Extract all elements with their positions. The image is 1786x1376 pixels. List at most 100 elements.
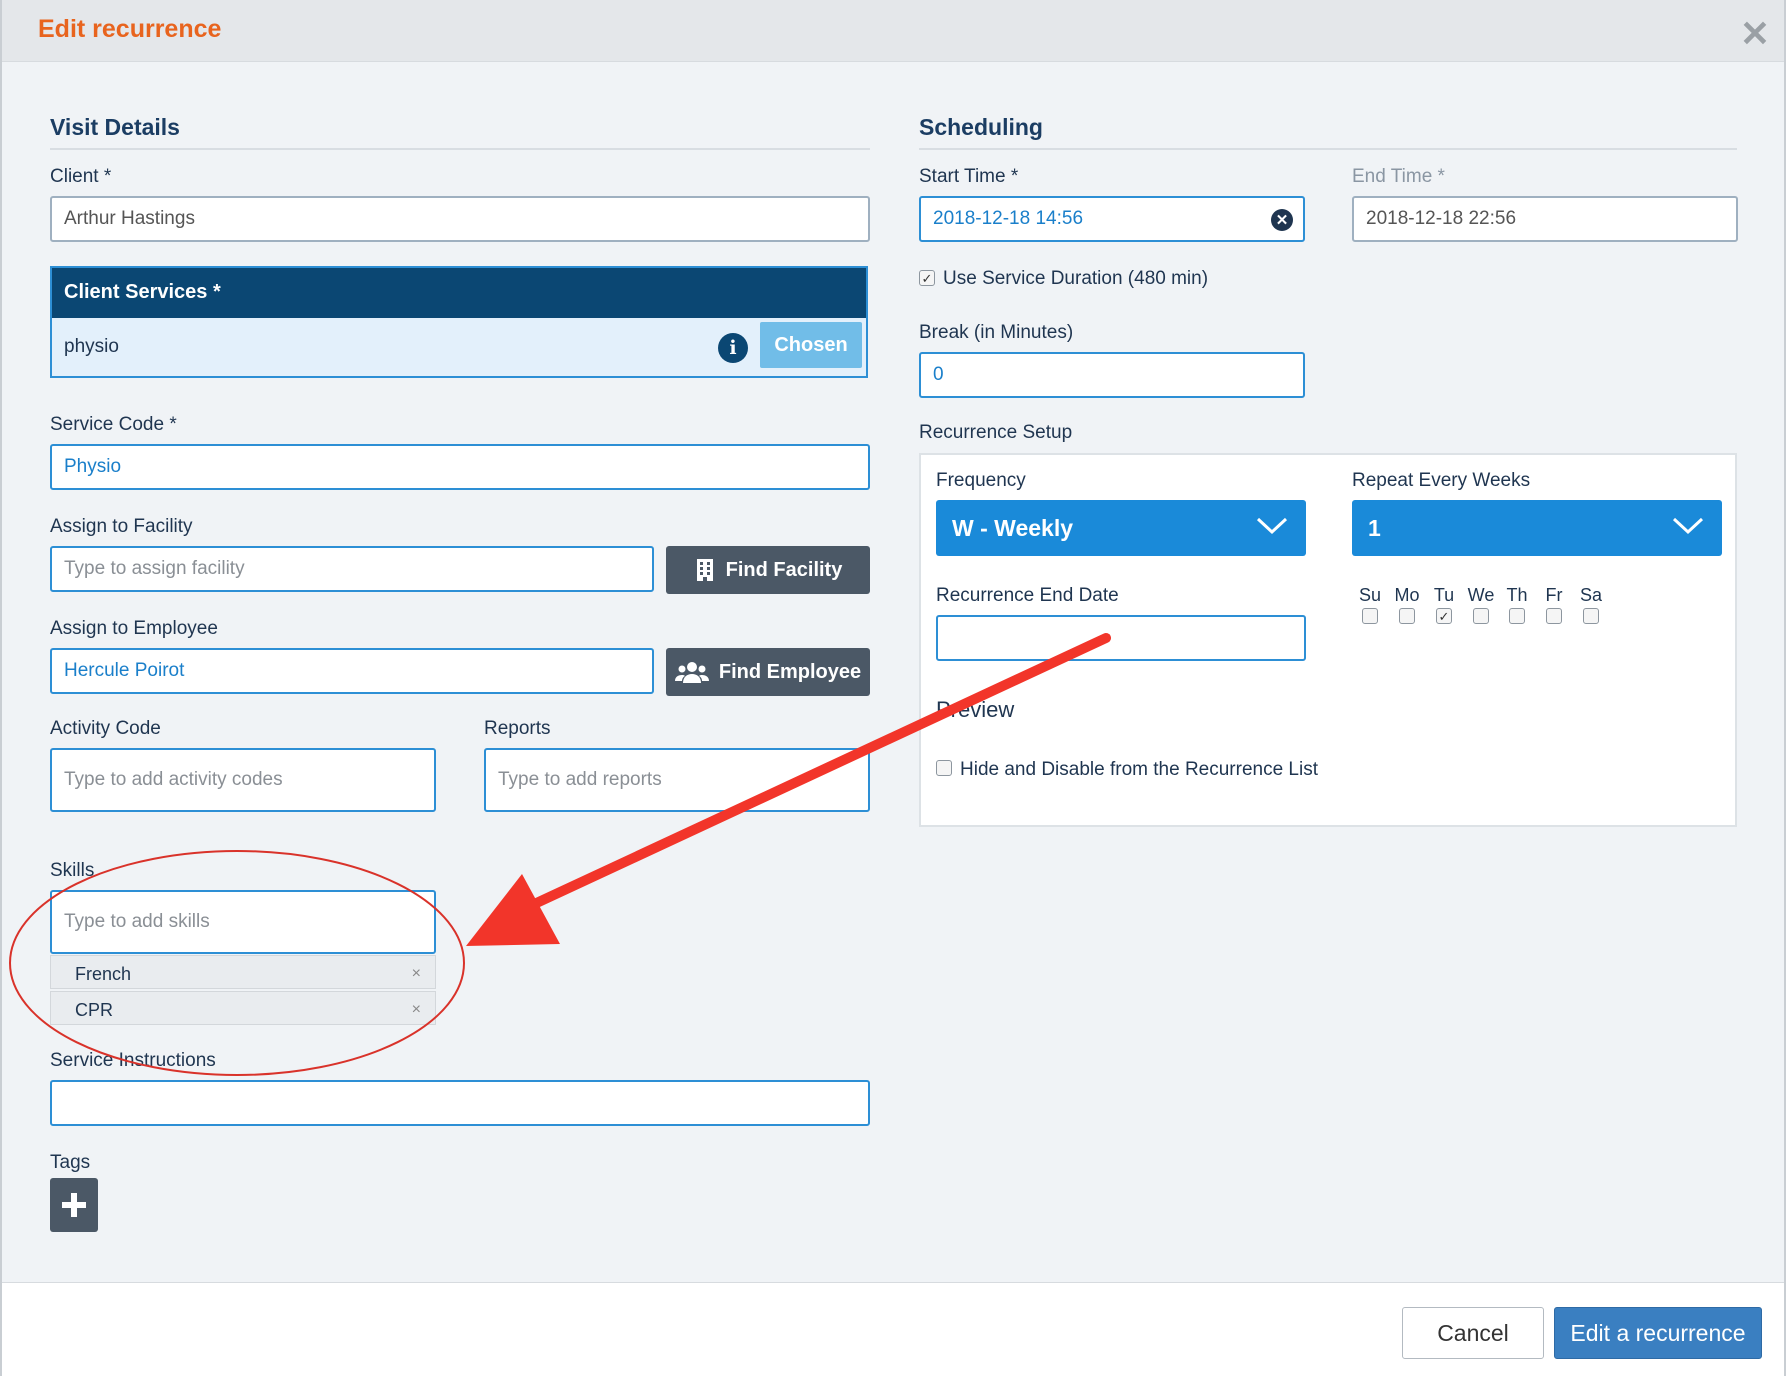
day-mo-checkbox[interactable] (1399, 608, 1415, 624)
day-label: Sa (1579, 585, 1603, 605)
service-instructions-label: Service Instructions (50, 1050, 216, 1071)
break-value: 0 (933, 364, 944, 385)
start-time-label: Start Time * (919, 166, 1019, 187)
service-code-value: Physio (64, 456, 122, 477)
activity-code-input[interactable]: Type to add activity codes (50, 748, 436, 812)
break-label: Break (in Minutes) (919, 322, 1074, 343)
clear-start-time-icon[interactable]: ✕ (1271, 209, 1293, 231)
preview-heading: Preview (936, 697, 1015, 722)
hide-disable-label: Hide and Disable from the Recurrence Lis… (960, 759, 1319, 780)
service-code-label: Service Code * (50, 414, 177, 435)
remove-skill-french-icon[interactable]: × (412, 965, 421, 983)
find-facility-button[interactable]: Find Facility (666, 546, 870, 594)
day-label: Tu (1433, 585, 1455, 605)
users-icon (674, 662, 709, 683)
frequency-value: W - Weekly (952, 514, 1073, 541)
chosen-button[interactable]: Chosen (760, 322, 862, 368)
recurrence-setup-panel: Frequency W - Weekly Repeat Every Weeks … (919, 453, 1737, 827)
day-fr: Fr (1539, 585, 1569, 624)
facility-input[interactable]: Type to assign facility (50, 546, 654, 592)
add-tag-button[interactable] (50, 1178, 98, 1232)
skills-placeholder: Type to add skills (64, 911, 210, 932)
close-icon[interactable]: ✕ (1740, 16, 1770, 52)
client-label: Client * (50, 166, 112, 187)
find-facility-label: Find Facility (725, 558, 843, 581)
day-label: Su (1358, 585, 1382, 605)
day-label: We (1467, 585, 1495, 605)
repeat-every-select[interactable]: 1 (1352, 500, 1722, 556)
client-service-name: physio (64, 336, 119, 357)
facility-placeholder: Type to assign facility (64, 558, 245, 579)
repeat-every-value: 1 (1368, 514, 1381, 541)
scheduling-divider (919, 148, 1737, 150)
chevron-down-icon (1672, 517, 1704, 535)
day-label: Fr (1545, 585, 1563, 605)
skill-tag-french: French × (50, 955, 436, 989)
info-icon[interactable]: i (718, 333, 748, 363)
recurrence-end-date-label: Recurrence End Date (936, 585, 1119, 606)
plus-icon (62, 1193, 86, 1217)
dialog-header: Edit recurrence ✕ (2, 0, 1784, 62)
start-time-input[interactable]: 2018-12-18 14:56 ✕ (919, 196, 1305, 242)
day-sa-checkbox[interactable] (1583, 608, 1599, 624)
end-time-label: End Time * (1352, 166, 1445, 187)
skills-label: Skills (50, 860, 95, 881)
skill-tag-label: French (75, 964, 132, 984)
day-we: We (1466, 585, 1496, 624)
employee-value: Hercule Poirot (64, 660, 185, 681)
hide-disable-checkbox[interactable] (936, 760, 952, 776)
find-employee-label: Find Employee (718, 660, 862, 683)
day-su-checkbox[interactable] (1362, 608, 1378, 624)
use-duration-label: Use Service Duration (480 min) (943, 268, 1209, 289)
service-instructions-input[interactable] (50, 1080, 870, 1126)
repeat-every-label: Repeat Every Weeks (1352, 470, 1531, 491)
employee-label: Assign to Employee (50, 618, 218, 639)
day-tu: Tu ✓ (1429, 585, 1459, 624)
day-we-checkbox[interactable] (1473, 608, 1489, 624)
dialog-title: Edit recurrence (38, 15, 222, 43)
visit-details-heading: Visit Details (50, 114, 180, 140)
building-icon (696, 559, 713, 581)
use-duration-checkbox[interactable]: ✓ (919, 270, 935, 286)
tags-label: Tags (50, 1152, 91, 1173)
recurrence-end-date-input[interactable] (936, 615, 1306, 661)
skills-input[interactable]: Type to add skills (50, 890, 436, 954)
day-tu-checkbox[interactable]: ✓ (1436, 608, 1452, 624)
frequency-label: Frequency (936, 470, 1026, 491)
cancel-button[interactable]: Cancel (1402, 1307, 1544, 1359)
employee-input[interactable]: Hercule Poirot (50, 648, 654, 694)
client-services-list: Client Services * physio i Chosen (50, 266, 868, 378)
reports-placeholder: Type to add reports (498, 769, 662, 790)
end-time-value: 2018-12-18 22:56 (1366, 208, 1517, 229)
service-code-field[interactable]: Physio (50, 444, 870, 490)
end-time-input: 2018-12-18 22:56 (1352, 196, 1738, 242)
client-value: Arthur Hastings (64, 208, 195, 229)
day-fr-checkbox[interactable] (1546, 608, 1562, 624)
skill-tag-label: CPR (75, 1000, 114, 1020)
recurrence-setup-label: Recurrence Setup (919, 422, 1073, 443)
client-service-row[interactable]: physio i Chosen (52, 318, 866, 376)
find-employee-button[interactable]: Find Employee (666, 648, 870, 696)
activity-code-placeholder: Type to add activity codes (64, 769, 283, 790)
visit-details-divider (50, 148, 870, 150)
break-input[interactable]: 0 (919, 352, 1305, 398)
reports-input[interactable]: Type to add reports (484, 748, 870, 812)
client-services-header: Client Services * (52, 268, 866, 318)
day-label: Th (1506, 585, 1528, 605)
day-th-checkbox[interactable] (1509, 608, 1525, 624)
edit-recurrence-dialog: Edit recurrence ✕ Visit Details Client *… (0, 0, 1786, 1376)
skill-tag-cpr: CPR × (50, 991, 436, 1025)
edit-recurrence-button[interactable]: Edit a recurrence (1554, 1307, 1762, 1359)
start-time-value: 2018-12-18 14:56 (933, 208, 1084, 229)
dialog-footer: Cancel Edit a recurrence (2, 1282, 1784, 1376)
reports-label: Reports (484, 718, 551, 739)
day-su: Su (1355, 585, 1385, 624)
frequency-select[interactable]: W - Weekly (936, 500, 1306, 556)
day-th: Th (1502, 585, 1532, 624)
facility-label: Assign to Facility (50, 516, 193, 537)
chevron-down-icon (1256, 517, 1288, 535)
client-field[interactable]: Arthur Hastings (50, 196, 870, 242)
remove-skill-cpr-icon[interactable]: × (412, 1001, 421, 1019)
day-label: Mo (1394, 585, 1420, 605)
day-sa: Sa (1576, 585, 1606, 624)
